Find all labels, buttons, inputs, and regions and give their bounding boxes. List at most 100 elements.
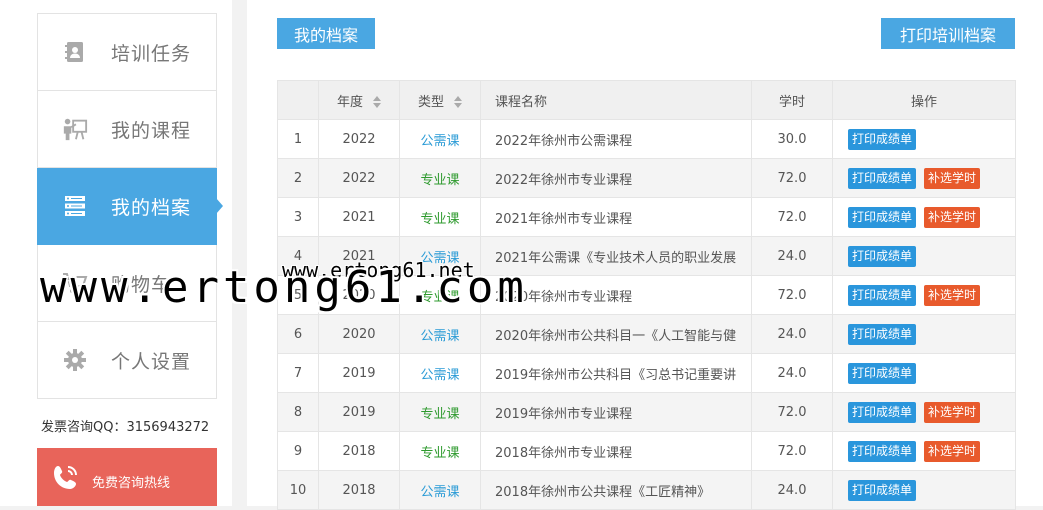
sort-icon[interactable] <box>373 96 381 108</box>
row-number: 6 <box>277 314 319 354</box>
sidebar-item-my-courses[interactable]: 我的课程 <box>37 91 217 168</box>
gear-icon <box>62 347 88 373</box>
row-course-name: 2022年徐州市专业课程 <box>480 158 752 198</box>
row-hours: 30.0 <box>751 119 833 159</box>
print-transcript-button[interactable]: 打印成绩单 <box>848 440 917 462</box>
table-row: 2 2022 专业课 2022年徐州市专业课程 72.0 打印成绩单 补选学时 <box>277 158 1016 198</box>
row-hours: 72.0 <box>751 197 833 237</box>
row-number: 10 <box>277 470 319 510</box>
sidebar-item-label: 培训任务 <box>111 42 192 65</box>
row-year: 2022 <box>318 119 400 159</box>
table-row: 8 2019 专业课 2019年徐州市专业课程 72.0 打印成绩单 补选学时 <box>277 392 1016 432</box>
row-course-name: 2021年徐州市专业课程 <box>480 197 752 237</box>
row-actions: 打印成绩单 <box>832 314 1016 354</box>
teacher-board-icon <box>62 116 88 142</box>
table-row: 10 2018 公需课 2018年徐州市公共课程《工匠精神》 24.0 打印成绩单 <box>277 470 1016 510</box>
row-year: 2020 <box>318 314 400 354</box>
row-year: 2018 <box>318 431 400 471</box>
print-transcript-button[interactable]: 打印成绩单 <box>848 167 917 189</box>
row-course-name: 2018年徐州市专业课程 <box>480 431 752 471</box>
table-row: 3 2021 专业课 2021年徐州市专业课程 72.0 打印成绩单 补选学时 <box>277 197 1016 237</box>
main-panel: 我的档案 打印培训档案 年度 类型 课程名称 学时 操作 1 2022 公需课 202… <box>247 0 1043 510</box>
row-actions: 打印成绩单 补选学时 <box>832 197 1016 237</box>
row-actions: 打印成绩单 <box>832 119 1016 159</box>
row-hours: 72.0 <box>751 431 833 471</box>
sidebar-item-training-tasks[interactable]: 培训任务 <box>37 13 217 91</box>
sidebar-item-my-archive[interactable]: 我的档案 <box>37 168 223 245</box>
row-type: 专业课 <box>399 392 481 432</box>
sidebar-item-label: 个人设置 <box>111 350 192 373</box>
row-year: 2018 <box>318 470 400 510</box>
column-header-course-name: 课程名称 <box>480 80 752 120</box>
print-transcript-button[interactable]: 打印成绩单 <box>848 245 917 267</box>
row-number: 3 <box>277 197 319 237</box>
sort-icon[interactable] <box>454 96 462 108</box>
column-header-number <box>277 80 319 120</box>
row-type: 专业课 <box>399 197 481 237</box>
server-list-icon <box>62 193 88 219</box>
table-header: 年度 类型 课程名称 学时 操作 <box>277 80 1016 120</box>
sidebar-item-label: 我的档案 <box>111 196 192 219</box>
row-year: 2022 <box>318 158 400 198</box>
add-hours-button[interactable]: 补选学时 <box>924 206 981 228</box>
row-type: 公需课 <box>399 353 481 393</box>
add-hours-button[interactable]: 补选学时 <box>924 401 981 423</box>
row-year: 2021 <box>318 197 400 237</box>
contacts-book-icon <box>62 39 88 65</box>
print-transcript-button[interactable]: 打印成绩单 <box>848 128 917 150</box>
sidebar-nav: 培训任务 我的课程 我的档案 购物车 个人设置 <box>37 13 223 399</box>
row-type: 公需课 <box>399 314 481 354</box>
add-hours-button[interactable]: 补选学时 <box>924 284 981 306</box>
column-header-actions: 操作 <box>832 80 1016 120</box>
print-transcript-button[interactable]: 打印成绩单 <box>848 479 917 501</box>
sidebar-item-settings[interactable]: 个人设置 <box>37 322 217 399</box>
row-number: 8 <box>277 392 319 432</box>
row-hours: 24.0 <box>751 470 833 510</box>
invoice-qq-text: 发票咨询QQ：3156943272 <box>41 420 210 435</box>
row-type: 专业课 <box>399 158 481 198</box>
hotline-button[interactable]: 免费咨询热线 <box>37 448 217 506</box>
row-actions: 打印成绩单 补选学时 <box>832 431 1016 471</box>
row-actions: 打印成绩单 <box>832 353 1016 393</box>
row-hours: 24.0 <box>751 314 833 354</box>
table-row: 7 2019 公需课 2019年徐州市公共科目《习总书记重要讲 24.0 打印成绩单 <box>277 353 1016 393</box>
row-type: 公需课 <box>399 119 481 159</box>
watermark-big: www.ertong61.com <box>40 262 528 313</box>
column-header-year[interactable]: 年度 <box>318 80 400 120</box>
print-transcript-button[interactable]: 打印成绩单 <box>848 206 917 228</box>
column-header-hours: 学时 <box>751 80 833 120</box>
row-hours: 72.0 <box>751 275 833 315</box>
row-year: 2019 <box>318 353 400 393</box>
print-transcript-button[interactable]: 打印成绩单 <box>848 323 917 345</box>
column-header-type[interactable]: 类型 <box>399 80 481 120</box>
print-transcript-button[interactable]: 打印成绩单 <box>848 362 917 384</box>
print-transcript-button[interactable]: 打印成绩单 <box>848 401 917 423</box>
row-hours: 72.0 <box>751 158 833 198</box>
table-row: 6 2020 公需课 2020年徐州市公共科目一《人工智能与健 24.0 打印成绩单 <box>277 314 1016 354</box>
row-hours: 24.0 <box>751 353 833 393</box>
add-hours-button[interactable]: 补选学时 <box>924 167 981 189</box>
row-course-name: 2022年徐州市公需课程 <box>480 119 752 159</box>
phone-icon <box>51 462 81 492</box>
row-course-name: 2020年徐州市公共科目一《人工智能与健 <box>480 314 752 354</box>
row-actions: 打印成绩单 补选学时 <box>832 275 1016 315</box>
row-course-name: 2018年徐州市公共课程《工匠精神》 <box>480 470 752 510</box>
table-row: 9 2018 专业课 2018年徐州市专业课程 72.0 打印成绩单 补选学时 <box>277 431 1016 471</box>
column-header-label: 年度 <box>336 94 363 110</box>
hotline-label: 免费咨询热线 <box>92 476 171 491</box>
row-actions: 打印成绩单 <box>832 236 1016 276</box>
print-transcript-button[interactable]: 打印成绩单 <box>848 284 917 306</box>
page-title: 我的档案 <box>277 18 375 49</box>
row-hours: 24.0 <box>751 236 833 276</box>
row-course-name: 2019年徐州市专业课程 <box>480 392 752 432</box>
row-number: 9 <box>277 431 319 471</box>
row-actions: 打印成绩单 补选学时 <box>832 392 1016 432</box>
row-actions: 打印成绩单 补选学时 <box>832 158 1016 198</box>
row-course-name: 2019年徐州市公共科目《习总书记重要讲 <box>480 353 752 393</box>
row-type: 专业课 <box>399 431 481 471</box>
row-type: 公需课 <box>399 470 481 510</box>
print-archive-button[interactable]: 打印培训档案 <box>881 18 1015 49</box>
table-row: 1 2022 公需课 2022年徐州市公需课程 30.0 打印成绩单 <box>277 119 1016 159</box>
add-hours-button[interactable]: 补选学时 <box>924 440 981 462</box>
row-number: 2 <box>277 158 319 198</box>
